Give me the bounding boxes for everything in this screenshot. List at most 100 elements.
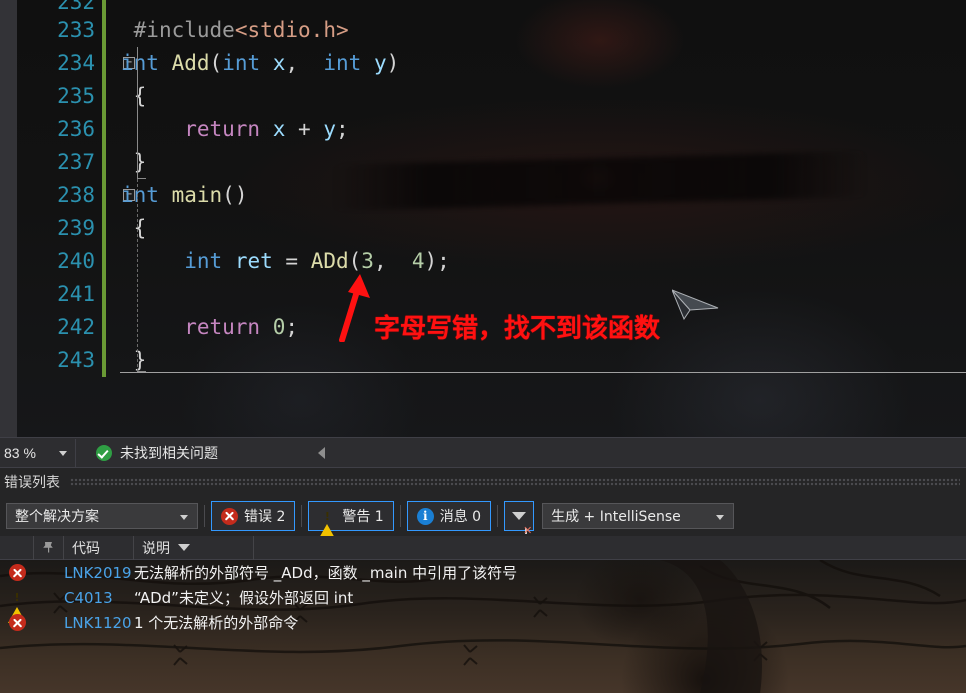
column-header-severity[interactable] <box>0 535 34 560</box>
zoom-level-dropdown[interactable]: 83 % <box>0 438 76 467</box>
line-number: 234 <box>57 51 95 75</box>
line-change-bar <box>102 47 106 80</box>
code-line[interactable]: 233 #include<stdio.h> <box>17 14 966 47</box>
code-line[interactable]: 238− int main() <box>17 179 966 212</box>
chevron-down-icon <box>59 450 67 456</box>
message-count-button[interactable]: 消息 0 <box>406 501 492 531</box>
chevron-down-icon <box>716 515 725 520</box>
row-code-cell[interactable]: C4013 <box>64 589 134 607</box>
block-structure-guide <box>137 179 138 372</box>
line-number: 237 <box>57 150 95 174</box>
row-description-cell: “ADd”未定义；假设外部返回 int <box>134 589 354 607</box>
pin-icon <box>43 542 53 553</box>
warning-count-button[interactable]: 警告 1 <box>308 501 394 540</box>
line-change-bar <box>102 311 106 344</box>
editor-annotation-text: 字母写错，找不到该函数 <box>374 314 661 344</box>
line-change-bar <box>102 278 106 311</box>
row-code-cell[interactable]: LNK1120 <box>64 614 134 632</box>
toolbar-separator <box>497 505 499 527</box>
sort-descending-icon <box>178 544 190 551</box>
scope-dropdown[interactable]: 整个解决方案 <box>6 503 198 529</box>
code-text: #include<stdio.h> <box>133 18 349 42</box>
line-number: 232 <box>57 0 95 14</box>
editor-status-bar: 83 % 未找到相关问题 <box>0 437 966 467</box>
editor-left-margin <box>0 0 17 437</box>
chevron-left-icon[interactable] <box>318 446 325 459</box>
line-change-bar <box>102 179 106 212</box>
line-number: 239 <box>57 216 95 240</box>
column-header-pin[interactable] <box>34 535 64 560</box>
toolbar-separator <box>399 505 401 527</box>
code-text: int main() <box>121 183 248 207</box>
line-change-bar <box>102 245 106 278</box>
code-text: } <box>121 150 147 174</box>
row-severity-cell <box>0 589 34 623</box>
line-number: 235 <box>57 84 95 108</box>
message-count-label: 消息 0 <box>439 509 482 525</box>
code-text: int ret = ADd(3, 4); <box>184 249 450 273</box>
toolbar-separator <box>301 505 303 527</box>
code-line[interactable]: 239 { <box>17 212 966 245</box>
clear-filter-button[interactable]: ✕ <box>504 501 535 537</box>
code-line[interactable]: 234− int Add(int x, int y) <box>17 47 966 80</box>
line-change-bar <box>102 212 106 245</box>
block-structure-guide <box>137 178 146 179</box>
code-text: int Add(int x, int y) <box>121 51 400 75</box>
toolbar-separator <box>204 505 205 527</box>
table-row[interactable]: LNK2019 无法解析的外部符号 _ADd，函数 _main 中引用了该符号 <box>0 560 966 585</box>
error-list-title: 错误列表 <box>4 475 60 491</box>
chevron-down-icon <box>180 515 188 520</box>
build-source-dropdown[interactable]: 生成 + IntelliSense <box>542 503 735 529</box>
clear-filter-icon: ✕ <box>512 512 532 537</box>
row-code-cell[interactable]: LNK2019 <box>64 564 134 582</box>
error-list-panel: 错误列表 整个解决方案 错误 2 警告 1 消息 0 <box>0 467 966 693</box>
row-description-cell: 1 个无法解析的外部命令 <box>134 614 299 632</box>
error-count-button[interactable]: 错误 2 <box>211 501 296 531</box>
panel-drag-handle[interactable] <box>70 478 960 486</box>
code-line[interactable]: 235 { <box>17 80 966 113</box>
error-count-label: 错误 2 <box>244 509 286 525</box>
code-line[interactable]: 236 return x + y; <box>17 113 966 146</box>
annotation-arrow-up-icon <box>339 274 370 342</box>
line-change-bar <box>102 113 106 146</box>
code-text: { <box>121 84 147 108</box>
error-list-title-row: 错误列表 <box>0 468 966 496</box>
info-icon <box>416 507 434 525</box>
line-number: 233 <box>57 18 95 42</box>
editor-selection-rule <box>120 372 966 373</box>
code-line[interactable]: 241 <box>17 278 966 311</box>
table-row[interactable]: LNK1120 1 个无法解析的外部命令 <box>0 610 966 635</box>
line-number: 236 <box>57 117 95 141</box>
column-header-code[interactable]: 代码 <box>64 535 134 560</box>
code-line[interactable]: 232 <box>17 0 966 14</box>
error-list-toolbar: 整个解决方案 错误 2 警告 1 消息 0 <box>0 498 966 540</box>
line-number: 242 <box>57 315 95 339</box>
code-line[interactable]: 237 } <box>17 146 966 179</box>
code-line[interactable]: 240 int ret = ADd(3, 4); <box>17 245 966 278</box>
line-change-bar <box>102 80 106 113</box>
row-severity-cell <box>0 614 34 631</box>
column-header-description[interactable]: 说明 <box>134 535 254 560</box>
line-number: 241 <box>57 282 95 306</box>
code-text: return x + y; <box>184 117 349 141</box>
line-number: 243 <box>57 348 95 372</box>
scope-dropdown-value: 整个解决方案 <box>15 509 99 525</box>
error-table-body[interactable]: LNK2019无法解析的外部符号 _ADd，函数 _main 中引用了该符号C4… <box>0 560 966 693</box>
build-source-value: 生成 + IntelliSense <box>551 509 681 525</box>
code-editor[interactable]: 232 233 #include<stdio.h> 234− int Add(int … <box>0 0 966 437</box>
warning-icon <box>8 589 26 623</box>
row-severity-cell <box>0 564 34 581</box>
line-change-bar <box>102 0 106 14</box>
warning-count-label: 警告 1 <box>342 509 384 525</box>
line-change-bar <box>102 344 106 377</box>
code-text: return 0; <box>184 315 299 339</box>
row-description-cell: 无法解析的外部符号 _ADd，函数 _main 中引用了该符号 <box>134 564 518 582</box>
column-header-description-label: 说明 <box>142 540 170 557</box>
table-row[interactable]: C4013“ADd”未定义；假设外部返回 int <box>0 585 966 623</box>
code-text: { <box>121 216 147 240</box>
status-message: 未找到相关问题 <box>120 445 218 462</box>
error-table-header: 代码 说明 <box>0 535 966 560</box>
line-change-bar <box>102 146 106 179</box>
block-structure-guide <box>137 47 138 179</box>
line-number: 238 <box>57 183 95 207</box>
